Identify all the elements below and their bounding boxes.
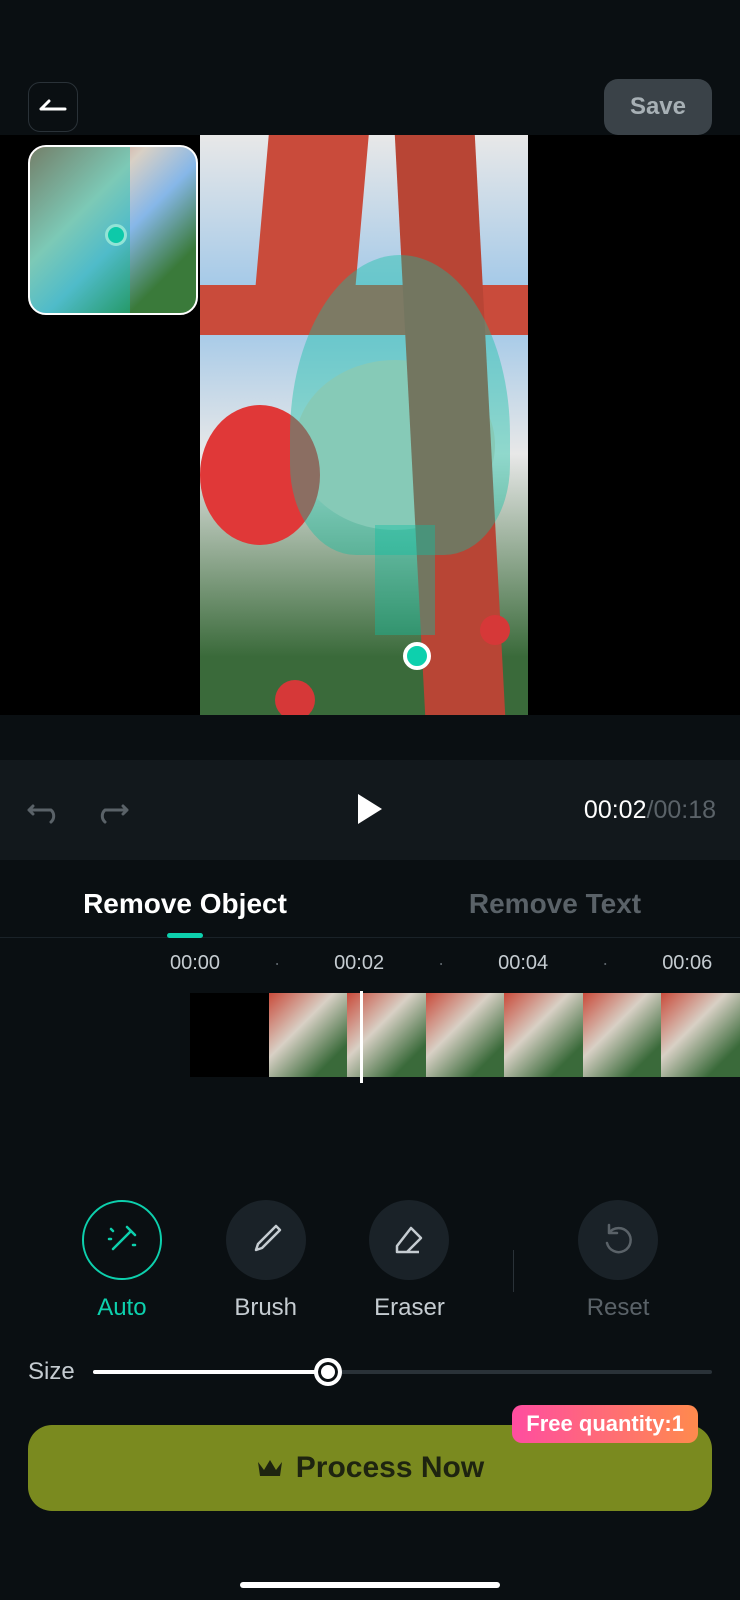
size-slider[interactable] — [93, 1370, 712, 1374]
tool-eraser[interactable]: Eraser — [369, 1200, 449, 1322]
timeline-frame — [347, 993, 426, 1077]
redo-icon — [95, 796, 129, 824]
brush-icon — [248, 1222, 284, 1258]
timeline-frame — [426, 993, 505, 1077]
process-label: Process Now — [296, 1451, 484, 1485]
crown-icon — [256, 1456, 284, 1480]
undo-button[interactable] — [24, 790, 64, 830]
free-quantity-badge: Free quantity:1 — [512, 1405, 698, 1443]
video-preview-area — [0, 135, 740, 715]
tool-reset[interactable]: Reset — [578, 1200, 658, 1322]
undo-icon — [27, 796, 61, 824]
timeline-frame — [583, 993, 662, 1077]
tool-label: Eraser — [374, 1294, 445, 1322]
tool-label: Brush — [234, 1294, 297, 1322]
home-indicator — [240, 1582, 500, 1588]
eraser-icon — [391, 1222, 427, 1258]
playback-bar: 00:02/00:18 — [0, 760, 740, 860]
tool-brush[interactable]: Brush — [226, 1200, 306, 1322]
duration-time: 00:18 — [653, 796, 716, 824]
timeline-frame — [661, 993, 740, 1077]
preview-thumbnail[interactable] — [28, 145, 198, 315]
save-button[interactable]: Save — [604, 79, 712, 135]
play-icon — [355, 792, 385, 826]
timeline-frame — [269, 993, 348, 1077]
size-label: Size — [28, 1358, 75, 1386]
selection-handle[interactable] — [403, 642, 431, 670]
play-button[interactable] — [348, 788, 392, 832]
tool-label: Auto — [97, 1294, 146, 1322]
magic-wand-icon — [103, 1221, 141, 1259]
tab-remove-text[interactable]: Remove Text — [370, 870, 740, 937]
tab-remove-object[interactable]: Remove Object — [0, 870, 370, 937]
reset-icon — [601, 1223, 635, 1257]
tool-divider — [513, 1250, 514, 1292]
tool-auto[interactable]: Auto — [82, 1200, 162, 1322]
timeline-playhead[interactable] — [360, 991, 363, 1083]
slider-fill — [93, 1370, 328, 1374]
timeline[interactable]: 00:00 · 00:02 · 00:04 · 00:06 — [0, 940, 740, 1077]
back-button[interactable] — [28, 82, 78, 132]
timeline-thumbnails[interactable] — [190, 993, 740, 1077]
timeline-marks: 00:00 · 00:02 · 00:04 · 00:06 — [0, 940, 740, 987]
redo-button[interactable] — [92, 790, 132, 830]
selection-point-icon — [105, 224, 127, 246]
current-time: 00:02 — [584, 796, 647, 824]
back-arrow-icon — [39, 97, 67, 117]
playback-time: 00:02/00:18 — [584, 796, 716, 825]
timeline-frame — [190, 993, 269, 1077]
selection-mask — [375, 525, 435, 635]
video-preview[interactable] — [200, 135, 528, 715]
slider-thumb[interactable] — [314, 1358, 342, 1386]
timeline-frame — [504, 993, 583, 1077]
tool-label: Reset — [587, 1294, 650, 1322]
